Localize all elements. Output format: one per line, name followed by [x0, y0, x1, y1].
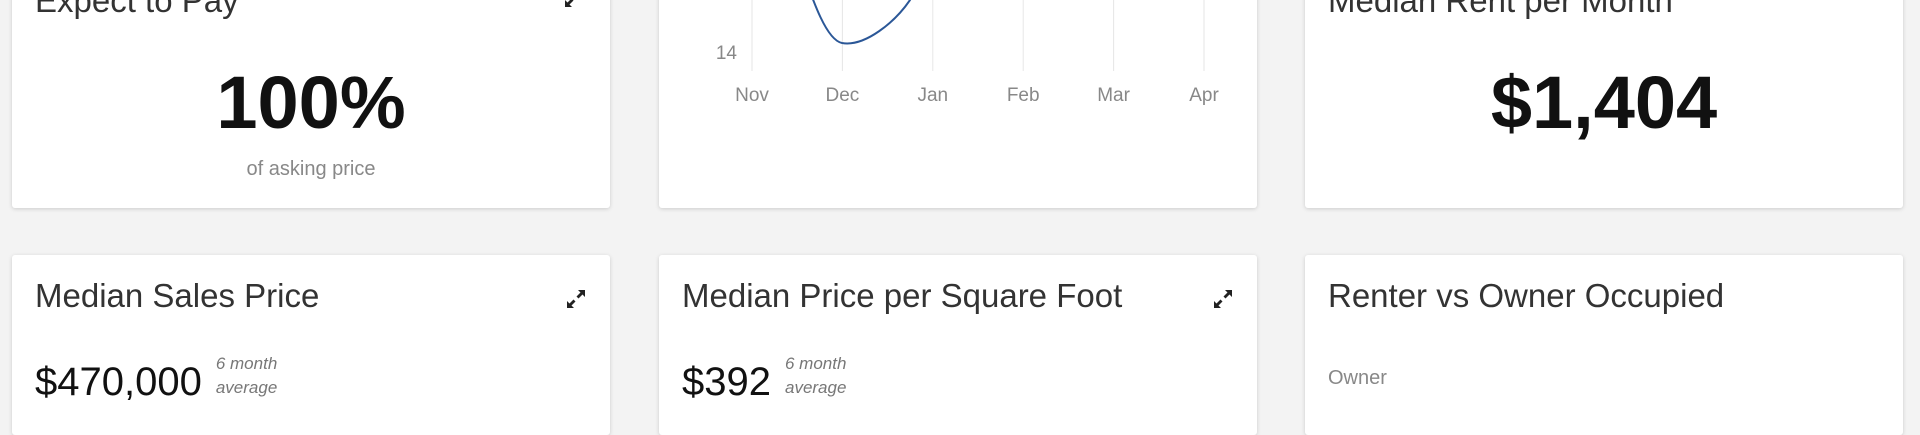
owner-label: Owner: [1328, 367, 1387, 389]
median-rent-card: Median Rent per Month $1,404: [1305, 0, 1903, 208]
card-title: Expect to Pay: [35, 0, 239, 19]
note-line: 6 month: [784, 354, 847, 373]
note-line: average: [215, 378, 278, 397]
stat-note: 6 month average: [216, 352, 296, 400]
x-tick-labels: Nov Dec Jan Feb Mar Apr: [735, 85, 1219, 106]
stat-row: $470,000 6 month average: [35, 352, 296, 402]
card-title: Renter vs Owner Occupied: [1328, 277, 1725, 314]
card-title: Median Price per Square Foot: [682, 277, 1123, 314]
series-line: [812, 0, 912, 45]
line-chart: 14 Nov Dec Jan Feb Mar Apr: [716, 0, 1219, 106]
value-caption: of asking price: [246, 158, 376, 180]
note-line: average: [784, 378, 847, 397]
chart-grid: [751, 0, 1205, 71]
expand-icon[interactable]: [1211, 287, 1235, 311]
x-tick-label: Nov: [735, 85, 769, 106]
median-sales-price-card: Median Sales Price $470,000 6 month aver…: [12, 255, 610, 435]
x-tick-label: Dec: [826, 85, 860, 106]
x-tick-label: Feb: [1007, 85, 1040, 106]
x-tick-label: Mar: [1097, 85, 1130, 106]
x-tick-label: Apr: [1189, 85, 1219, 106]
expand-icon[interactable]: [562, 0, 586, 10]
card-title: Median Rent per Month: [1328, 0, 1673, 19]
expand-icon[interactable]: [564, 287, 588, 311]
rent-value: $1,404: [1490, 61, 1718, 144]
trend-chart-card: 14 Nov Dec Jan Feb Mar Apr: [659, 0, 1257, 208]
renter-vs-owner-card: Renter vs Owner Occupied Owner: [1305, 255, 1903, 435]
y-tick-label: 14: [716, 43, 738, 64]
percent-value: 100%: [216, 61, 406, 144]
median-sales-price-value: $470,000: [35, 360, 202, 404]
median-price-sqft-card: Median Price per Square Foot $392 6 mont…: [659, 255, 1257, 435]
stat-row: $392 6 month average: [682, 352, 865, 402]
median-price-sqft-value: $392: [682, 360, 771, 404]
expect-to-pay-card: Expect to Pay 100% of asking price: [12, 0, 610, 208]
stat-note: 6 month average: [785, 352, 865, 400]
card-title: Median Sales Price: [35, 277, 320, 314]
x-tick-label: Jan: [917, 85, 948, 106]
note-line: 6 month: [215, 354, 278, 373]
